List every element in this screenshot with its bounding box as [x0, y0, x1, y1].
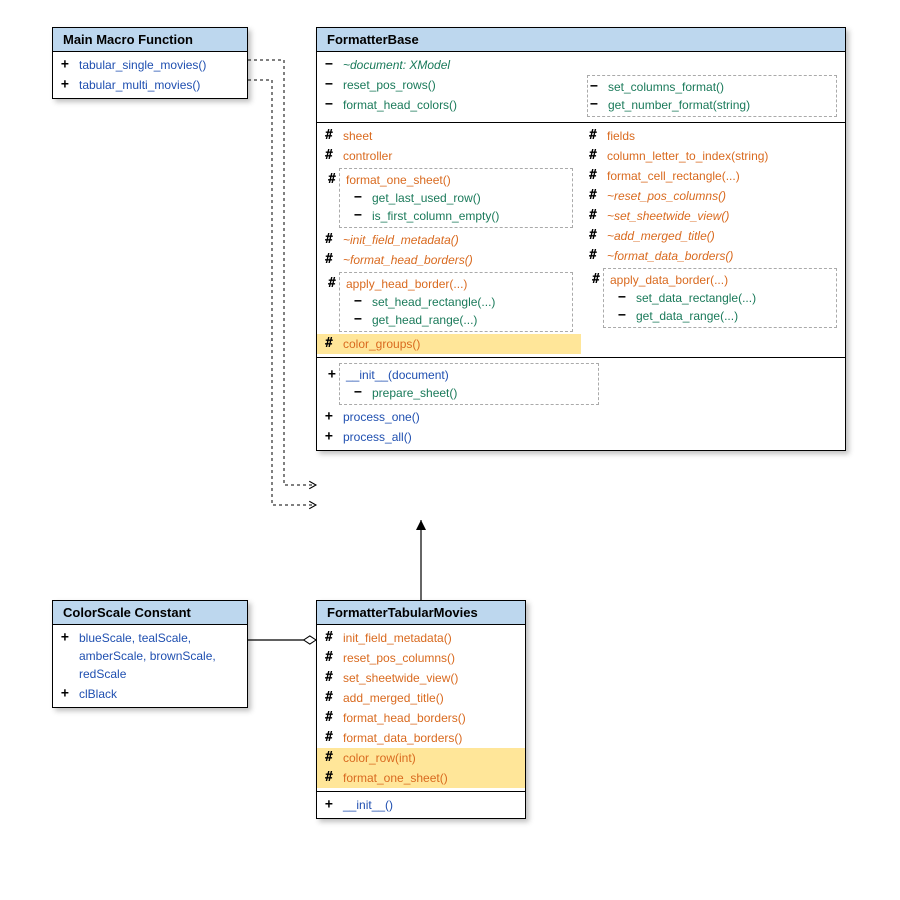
attr-row: +blueScale, tealScale, amberScale, brown…	[53, 628, 247, 684]
attr-row: #format_cell_rectangle(...)	[581, 166, 845, 186]
attr-row: #controller	[317, 146, 581, 166]
nested-group: #format_one_sheet()−get_last_used_row()−…	[339, 168, 573, 228]
class-title: ColorScale Constant	[53, 601, 247, 625]
attr-row: #set_sheetwide_view()	[317, 668, 525, 688]
attr-row: #format_data_borders()	[317, 728, 525, 748]
attr-row: #format_head_borders()	[317, 708, 525, 728]
attr-row: #~reset_pos_columns()	[581, 186, 845, 206]
attr-row: #column_letter_to_index(string)	[581, 146, 845, 166]
attr-row: #~add_merged_title()	[581, 226, 845, 246]
class-formatter-tabular-movies: FormatterTabularMovies #init_field_metad…	[316, 600, 526, 819]
attr-row: −~document: XModel	[317, 55, 581, 75]
attr-row: +tabular_single_movies()	[53, 55, 247, 75]
dep-edge	[248, 80, 316, 505]
attr-row: #sheet	[317, 126, 581, 146]
nested-group: #apply_data_border(...)−set_data_rectang…	[603, 268, 837, 328]
attr-row: +process_one()	[317, 407, 607, 427]
class-title: FormatterTabularMovies	[317, 601, 525, 625]
attr-row: +clBlack	[53, 684, 247, 704]
nested-group: #apply_head_border(...)−set_head_rectang…	[339, 272, 573, 332]
dep-edge	[248, 60, 316, 485]
class-title: FormatterBase	[317, 28, 845, 52]
attr-row: #~set_sheetwide_view()	[581, 206, 845, 226]
attr-row: +process_all()	[317, 427, 607, 447]
class-formatter-base: FormatterBase −~document: XModel −reset_…	[316, 27, 846, 451]
attr-row: −format_head_colors()	[317, 95, 581, 115]
nested-group: +__init__(document)−prepare_sheet()	[339, 363, 599, 405]
attr-row: #reset_pos_columns()	[317, 648, 525, 668]
attr-row: −reset_pos_rows()	[317, 75, 581, 95]
class-color-scale: ColorScale Constant +blueScale, tealScal…	[52, 600, 248, 708]
attr-row: #fields	[581, 126, 845, 146]
attr-row: +tabular_multi_movies()	[53, 75, 247, 95]
class-main-macro: Main Macro Function +tabular_single_movi…	[52, 27, 248, 99]
attr-row-highlight: #color_groups()	[317, 334, 581, 354]
attr-row: +__init__()	[317, 795, 525, 815]
attr-row: #~init_field_metadata()	[317, 230, 581, 250]
attr-row: #add_merged_title()	[317, 688, 525, 708]
attr-row: #~format_head_borders()	[317, 250, 581, 270]
attr-row: #init_field_metadata()	[317, 628, 525, 648]
attr-row: #color_row(int)	[317, 748, 525, 768]
attr-row: #~format_data_borders()	[581, 246, 845, 266]
class-title: Main Macro Function	[53, 28, 247, 52]
attr-row: #format_one_sheet()	[317, 768, 525, 788]
